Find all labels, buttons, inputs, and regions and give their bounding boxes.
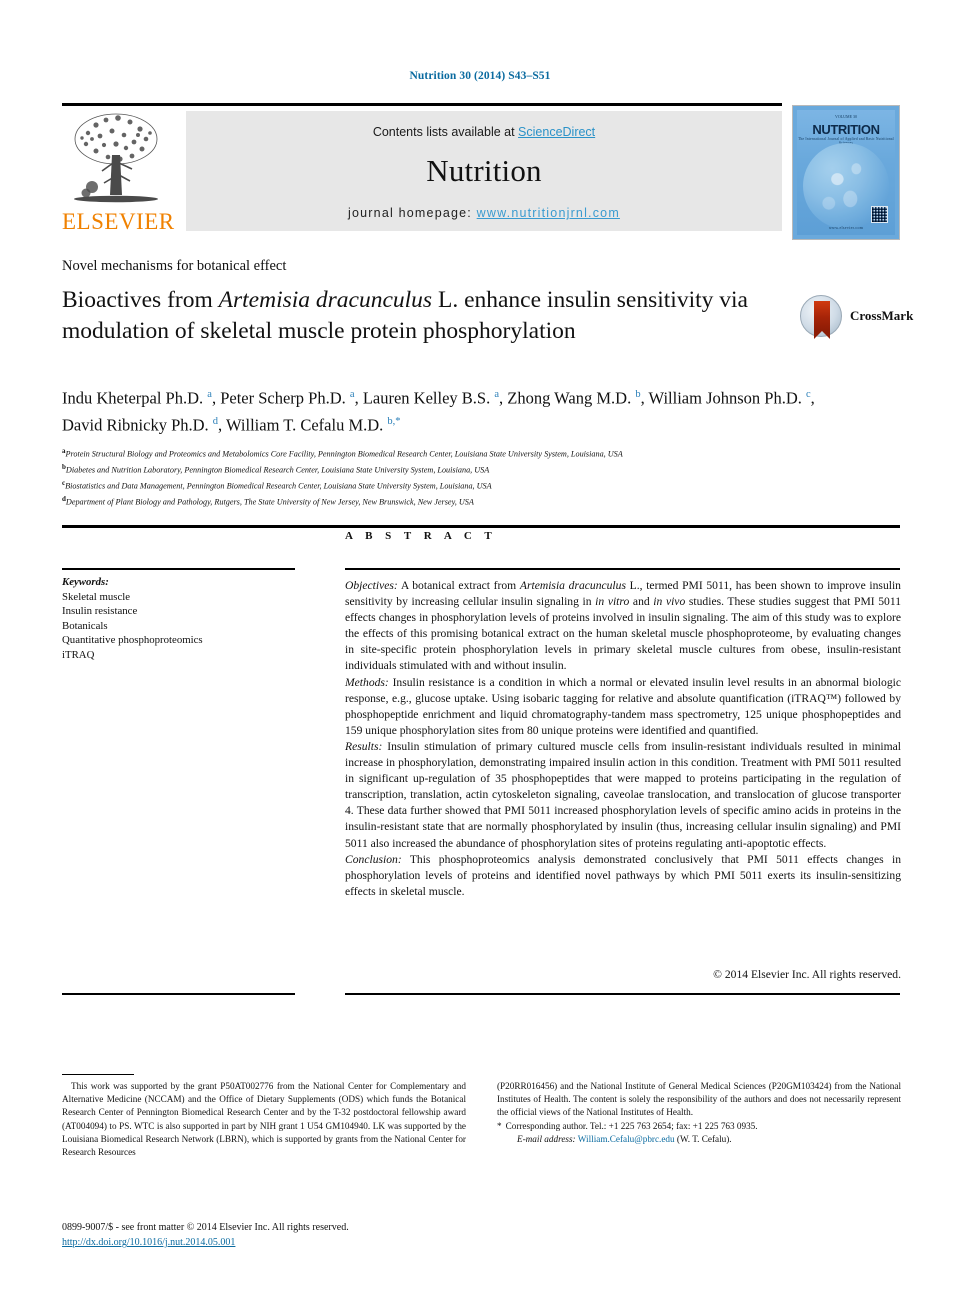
abstract-methods-label: Methods: bbox=[345, 675, 389, 689]
author-affiliation-marker: c bbox=[806, 389, 811, 400]
keyword-item: iTRAQ bbox=[62, 648, 95, 661]
keyword-item: Botanicals bbox=[62, 619, 108, 632]
abstract-body: Objectives: A botanical extract from Art… bbox=[345, 578, 901, 900]
abstract-objectives: Objectives: A botanical extract from Art… bbox=[345, 578, 901, 675]
abstract-objectives-label: Objectives: bbox=[345, 579, 398, 592]
journal-masthead: ELSEVIER Contents lists available at Sci… bbox=[62, 103, 900, 240]
abstract-copyright: © 2014 Elsevier Inc. All rights reserved… bbox=[713, 968, 901, 981]
author-name: Lauren Kelley B.S. bbox=[362, 388, 495, 408]
masthead-panel: Contents lists available at ScienceDirec… bbox=[186, 111, 782, 231]
journal-title: Nutrition bbox=[426, 153, 542, 188]
funding-text-right: (P20RR016456) and the National Institute… bbox=[497, 1081, 901, 1118]
author-affiliation-marker: a bbox=[494, 389, 499, 400]
email-line: E-mail address: William.Cefalu@pbrc.edu … bbox=[497, 1133, 901, 1146]
masthead-top-rule bbox=[62, 103, 782, 106]
author-affiliation-marker: b bbox=[635, 389, 641, 400]
keywords-label: Keywords: bbox=[62, 576, 109, 588]
abstract-results-text: Insulin stimulation of primary cultured … bbox=[345, 739, 901, 850]
author-name: William Johnson Ph.D. bbox=[648, 388, 806, 408]
keywords-block: Keywords: Skeletal muscle Insulin resist… bbox=[62, 575, 295, 663]
author-affiliation-marker: d bbox=[212, 415, 219, 427]
page-title: Bioactives from Artemisia dracunculus L.… bbox=[62, 285, 762, 347]
keyword-item: Insulin resistance bbox=[62, 605, 138, 618]
divider-keywords-top bbox=[62, 568, 295, 570]
elsevier-wordmark: ELSEVIER bbox=[62, 209, 175, 234]
funding-footnote-left: This work was supported by the grant P50… bbox=[62, 1080, 466, 1159]
author-name: Peter Scherp Ph.D. bbox=[220, 388, 350, 408]
crossmark-icon bbox=[800, 295, 842, 339]
divider-keywords-bottom bbox=[62, 993, 295, 995]
crossmark-label: CrossMark bbox=[850, 308, 914, 323]
elsevier-logo: ELSEVIER bbox=[62, 111, 175, 235]
affiliation-text: Department of Plant Biology and Patholog… bbox=[65, 497, 474, 507]
abstract-conclusion-label: Conclusion: bbox=[345, 852, 402, 866]
funding-text-left: This work was supported by the grant P50… bbox=[62, 1081, 466, 1158]
corresponding-author-marker: * bbox=[497, 1120, 502, 1131]
affiliation-item: bDiabetes and Nutrition Laboratory, Penn… bbox=[62, 461, 862, 477]
email-link[interactable]: William.Cefalu@pbrc.edu bbox=[578, 1134, 675, 1144]
qr-code-icon bbox=[871, 206, 888, 223]
affiliation-item: dDepartment of Plant Biology and Patholo… bbox=[62, 493, 862, 509]
author-name: David Ribnicky Ph.D. bbox=[62, 415, 213, 434]
contents-prefix: Contents lists available at bbox=[372, 125, 519, 139]
keyword-item: Skeletal muscle bbox=[62, 590, 131, 603]
abstract-heading: A B S T R A C T bbox=[345, 530, 497, 542]
cover-title: NUTRITION bbox=[812, 122, 880, 137]
doi-link[interactable]: http://dx.doi.org/10.1016/j.nut.2014.05.… bbox=[62, 1237, 235, 1248]
abstract-methods: Methods: Insulin resistance is a conditi… bbox=[345, 675, 901, 739]
affiliation-item: cBiostatistics and Data Management, Penn… bbox=[62, 477, 862, 493]
cover-footer: www.elsevier.com bbox=[828, 225, 864, 230]
title-part-1: Bioactives from bbox=[62, 287, 219, 313]
email-owner: (W. T. Cefalu). bbox=[676, 1133, 732, 1144]
corresponding-author-note: * Corresponding author. Tel.: +1 225 763 … bbox=[497, 1120, 901, 1133]
author-name: William T. Cefalu M.D. bbox=[226, 415, 388, 434]
abstract-results: Results: Insulin stimulation of primary … bbox=[345, 739, 901, 852]
affiliation-text: Biostatistics and Data Management, Penni… bbox=[65, 481, 492, 491]
cover-inner: VOLUME 30 NUTRITION The International Jo… bbox=[797, 110, 895, 235]
abstract-results-label: Results: bbox=[345, 739, 383, 753]
abstract-methods-text: Insulin resistance is a condition in whi… bbox=[345, 675, 901, 737]
author-name: Zhong Wang M.D. bbox=[507, 388, 636, 408]
running-head: Nutrition 30 (2014) S43–S51 bbox=[409, 70, 551, 82]
author-affiliation-marker: a bbox=[349, 389, 355, 400]
divider-above-abstract bbox=[62, 525, 900, 528]
affiliation-text: Diabetes and Nutrition Laboratory, Penni… bbox=[65, 465, 490, 475]
email-label: E-mail address: bbox=[517, 1133, 576, 1144]
journal-article-first-page: Nutrition 30 (2014) S43–S51 ELSEVIER Con… bbox=[0, 0, 960, 1290]
abstract-conclusion-text: This phosphoproteomics analysis demonstr… bbox=[345, 852, 901, 898]
abstract-conclusion: Conclusion: This phosphoproteomics analy… bbox=[345, 852, 901, 900]
affiliation-list: aProtein Structural Biology and Proteomi… bbox=[62, 445, 862, 509]
title-species-name: Artemisia dracunculus bbox=[218, 287, 433, 313]
journal-homepage-link[interactable]: www.nutritionjrnl.com bbox=[477, 206, 620, 220]
divider-abstract-top bbox=[345, 568, 900, 570]
homepage-prefix: journal homepage: bbox=[348, 206, 477, 220]
funding-footnote-right: (P20RR016456) and the National Institute… bbox=[497, 1080, 901, 1146]
author-affiliation-marker: a bbox=[207, 389, 212, 400]
keyword-item: Quantitative phosphoproteomics bbox=[62, 634, 203, 647]
journal-homepage-line: journal homepage: www.nutritionjrnl.com bbox=[186, 206, 782, 220]
divider-abstract-bottom bbox=[345, 993, 900, 995]
journal-cover-thumbnail[interactable]: VOLUME 30 NUTRITION The International Jo… bbox=[792, 105, 900, 240]
article-section-heading: Novel mechanisms for botanical effect bbox=[62, 258, 287, 274]
crossmark-ribbon-icon bbox=[814, 301, 830, 339]
author-list: Indu Kheterpal Ph.D. a, Peter Scherp Ph.… bbox=[62, 388, 815, 435]
issn-line: 0899-9007/$ - see front matter © 2014 El… bbox=[62, 1222, 349, 1233]
corresponding-author-text: Corresponding author. Tel.: +1 225 763 2… bbox=[505, 1120, 758, 1131]
divider-footnote bbox=[62, 1074, 134, 1076]
crossmark-badge[interactable]: CrossMark bbox=[800, 295, 914, 339]
affiliation-item: aProtein Structural Biology and Proteomi… bbox=[62, 445, 862, 461]
abstract-objectives-text: A botanical extract from Artemisia dracu… bbox=[345, 579, 901, 673]
contents-line: Contents lists available at ScienceDirec… bbox=[186, 125, 782, 139]
affiliation-text: Protein Structural Biology and Proteomic… bbox=[65, 449, 623, 459]
sciencedirect-link[interactable]: ScienceDirect bbox=[518, 125, 595, 139]
author-name: Indu Kheterpal Ph.D. bbox=[62, 388, 208, 408]
author-affiliation-marker: b,* bbox=[387, 415, 401, 427]
elsevier-tree-icon bbox=[74, 113, 158, 203]
cover-volume: VOLUME 30 bbox=[834, 114, 858, 119]
